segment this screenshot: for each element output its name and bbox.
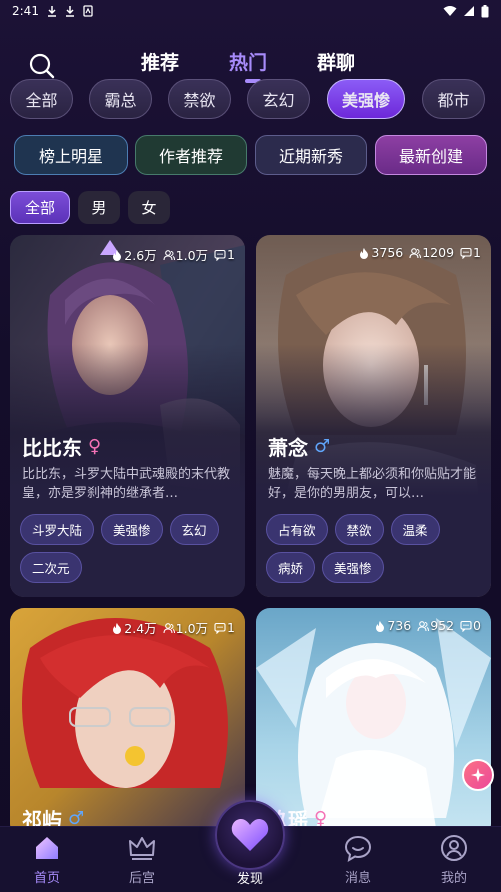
character-name-row: 比比东 ♀ bbox=[22, 432, 101, 461]
flame-icon bbox=[113, 622, 122, 634]
category-filter-row: 全部 霸总 禁欲 玄幻 美强惨 都市 bbox=[0, 79, 501, 121]
category-chip-overbearing[interactable]: 霸总 bbox=[89, 79, 152, 119]
character-name-row: 萧念 ♂ bbox=[268, 432, 330, 461]
character-description: 魅魔，每天晚上都必须和你贴贴才能好，是你的男朋友，可以… bbox=[268, 467, 477, 501]
category-chip-fantasy[interactable]: 玄幻 bbox=[247, 79, 310, 119]
tab-popular[interactable]: 热门 bbox=[229, 48, 267, 75]
comment-icon bbox=[214, 622, 226, 634]
filter-author-picks[interactable]: 作者推荐 bbox=[135, 135, 247, 175]
category-chip-tragic-strong[interactable]: 美强惨 bbox=[327, 79, 405, 119]
heat-count: 2.4万 bbox=[124, 621, 157, 636]
card-stats: 2.4万 1.0万 1 bbox=[111, 618, 235, 637]
gender-chip-male[interactable]: 男 bbox=[78, 191, 120, 224]
home-icon bbox=[36, 837, 58, 859]
tag[interactable]: 温柔 bbox=[390, 514, 440, 545]
nav-messages-label: 消息 bbox=[344, 871, 371, 886]
users-icon bbox=[163, 249, 175, 260]
download-icon bbox=[65, 6, 74, 17]
flame-icon bbox=[113, 249, 122, 261]
character-tags: 占有欲 禁欲 温柔 病娇 美强惨 bbox=[266, 514, 488, 583]
crown-icon bbox=[129, 837, 155, 860]
users-icon bbox=[417, 620, 430, 631]
comment-icon bbox=[214, 249, 226, 261]
character-tags: 斗罗大陆 美强惨 玄幻 二次元 bbox=[20, 514, 242, 583]
notification-app-icon bbox=[83, 5, 93, 17]
status-bar: 2:41 bbox=[0, 0, 501, 22]
card-stats: 2.6万 1.0万 1 bbox=[111, 245, 235, 264]
tab-group-chat[interactable]: 群聊 bbox=[317, 48, 355, 75]
nav-profile-label: 我的 bbox=[440, 871, 467, 886]
heart-icon bbox=[231, 819, 269, 851]
profile-icon bbox=[441, 835, 467, 861]
character-description: 比比东，斗罗大陆中武魂殿的末代教皇，亦是罗刹神的继承者… bbox=[22, 467, 231, 501]
comment-icon bbox=[460, 247, 472, 259]
gender-chip-female[interactable]: 女 bbox=[128, 191, 170, 224]
nav-discover-label[interactable]: 发现 bbox=[225, 868, 275, 887]
character-name: 萧念 bbox=[268, 436, 308, 460]
wifi-icon bbox=[443, 6, 457, 16]
nav-harem[interactable]: 后宫 bbox=[107, 833, 177, 886]
followers-count: 952 bbox=[430, 618, 455, 633]
followers-count: 1.0万 bbox=[175, 621, 209, 636]
nav-messages[interactable]: 消息 bbox=[323, 833, 393, 886]
flame-icon bbox=[376, 620, 385, 632]
character-card[interactable]: 2.4万 1.0万 1 祁屿 ♂ bbox=[10, 608, 245, 838]
tag[interactable]: 病娇 bbox=[266, 552, 316, 583]
download-icon bbox=[47, 6, 56, 17]
heat-count: 3756 bbox=[371, 245, 404, 260]
battery-icon bbox=[481, 4, 489, 17]
nav-home-label: 首页 bbox=[33, 871, 60, 886]
tag[interactable]: 二次元 bbox=[20, 552, 82, 583]
sparkle-fab-button[interactable] bbox=[462, 759, 494, 791]
tag[interactable]: 占有欲 bbox=[266, 514, 328, 545]
tag[interactable]: 玄幻 bbox=[169, 514, 219, 545]
tab-recommend[interactable]: 推荐 bbox=[141, 48, 179, 75]
chat-icon bbox=[344, 835, 372, 862]
sparkle-icon bbox=[471, 768, 485, 782]
flame-icon bbox=[360, 247, 369, 259]
nav-harem-label: 后宫 bbox=[128, 871, 155, 886]
nav-profile[interactable]: 我的 bbox=[419, 833, 489, 886]
card-stats: 3756 1209 1 bbox=[358, 245, 481, 260]
comments-count: 1 bbox=[227, 247, 235, 262]
character-card[interactable]: 2.6万 1.0万 1 比比东 ♀ 比比东，斗罗大陆中武魂殿的末代教皇，亦是罗刹… bbox=[10, 235, 245, 597]
male-icon: ♂ bbox=[314, 436, 331, 457]
comments-count: 0 bbox=[473, 618, 481, 633]
users-icon bbox=[409, 247, 422, 258]
tag[interactable]: 美强惨 bbox=[322, 552, 384, 583]
followers-count: 1.0万 bbox=[175, 248, 209, 263]
nav-home[interactable]: 首页 bbox=[12, 833, 82, 886]
comments-count: 1 bbox=[227, 620, 235, 635]
followers-count: 1209 bbox=[422, 245, 455, 260]
top-navigation: 推荐 热门 群聊 bbox=[0, 40, 501, 84]
character-name: 比比东 bbox=[22, 436, 82, 460]
comment-icon bbox=[460, 620, 472, 632]
tag[interactable]: 斗罗大陆 bbox=[20, 514, 95, 545]
ranking-filter-row: 榜上明星 作者推荐 近期新秀 最新创建 bbox=[0, 135, 501, 177]
character-card[interactable]: 736 952 0 玖瑶 ♀ bbox=[256, 608, 491, 838]
users-icon bbox=[163, 622, 175, 633]
nav-discover-button[interactable] bbox=[215, 800, 285, 870]
heat-count: 2.6万 bbox=[124, 248, 157, 263]
heat-count: 736 bbox=[387, 618, 412, 633]
gender-filter-row: 全部 男 女 bbox=[0, 191, 501, 225]
card-stats: 736 952 0 bbox=[374, 618, 481, 633]
category-chip-ascetic[interactable]: 禁欲 bbox=[168, 79, 231, 119]
tag[interactable]: 禁欲 bbox=[334, 514, 384, 545]
category-chip-urban[interactable]: 都市 bbox=[422, 79, 485, 119]
filter-new-rising[interactable]: 近期新秀 bbox=[255, 135, 367, 175]
category-chip-all[interactable]: 全部 bbox=[10, 79, 73, 119]
filter-top-stars[interactable]: 榜上明星 bbox=[14, 135, 128, 175]
filter-newest[interactable]: 最新创建 bbox=[375, 135, 487, 175]
gender-chip-all[interactable]: 全部 bbox=[10, 191, 70, 224]
character-card[interactable]: 3756 1209 1 萧念 ♂ 魅魔，每天晚上都必须和你贴贴才能好，是你的男朋… bbox=[256, 235, 491, 597]
search-icon[interactable] bbox=[26, 50, 58, 82]
female-icon: ♀ bbox=[88, 436, 102, 457]
comments-count: 1 bbox=[473, 245, 481, 260]
status-time: 2:41 bbox=[12, 4, 39, 18]
tag[interactable]: 美强惨 bbox=[101, 514, 163, 545]
signal-icon bbox=[464, 6, 474, 16]
